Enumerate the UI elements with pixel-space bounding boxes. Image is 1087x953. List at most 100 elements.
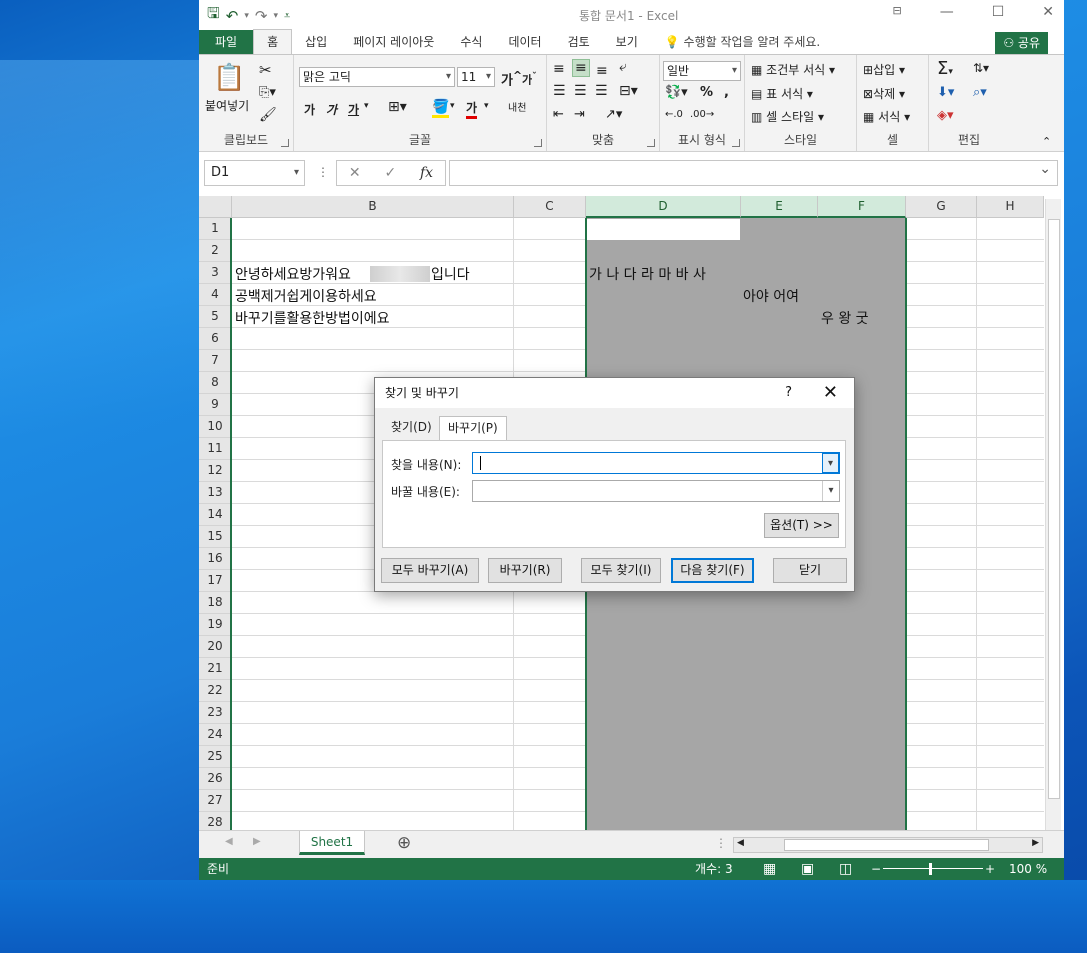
- accounting-format-icon[interactable]: 💱▾: [665, 85, 688, 100]
- undo-icon[interactable]: ↶: [226, 7, 239, 25]
- border-icon[interactable]: ⊞▾: [388, 99, 407, 115]
- delete-cells-button[interactable]: ⊠삭제 ▾: [863, 85, 905, 102]
- find-next-button[interactable]: 다음 찾기(F): [671, 558, 754, 583]
- column-header-e[interactable]: E: [741, 196, 818, 218]
- active-cell-d1[interactable]: [587, 219, 740, 240]
- column-header-g[interactable]: G: [906, 196, 977, 218]
- cell-f5[interactable]: 우 왕 굿: [821, 308, 869, 328]
- align-middle-icon[interactable]: ≡: [572, 59, 590, 77]
- fill-color-dropdown-icon[interactable]: ▾: [450, 101, 455, 111]
- tab-view[interactable]: 보기: [603, 30, 651, 54]
- tab-replace[interactable]: 바꾸기(P): [439, 416, 507, 440]
- undo-dropdown-icon[interactable]: ▾: [244, 11, 249, 21]
- phonetic-button[interactable]: 내천: [508, 99, 526, 114]
- alignment-launcher[interactable]: [647, 139, 655, 147]
- row-header[interactable]: 6: [199, 328, 232, 350]
- find-what-input[interactable]: ▾: [472, 452, 840, 474]
- sort-filter-icon[interactable]: ⇅▾: [973, 61, 989, 75]
- tab-find[interactable]: 찾기(D): [383, 416, 440, 440]
- row-header[interactable]: 22: [199, 680, 232, 702]
- insert-function-button[interactable]: fx: [420, 165, 433, 181]
- cell-b4[interactable]: 공백제거쉽게이용하세요: [235, 286, 377, 306]
- ribbon-display-options-icon[interactable]: ⊟: [892, 4, 901, 20]
- row-header[interactable]: 13: [199, 482, 232, 504]
- percent-style-icon[interactable]: %: [700, 85, 713, 100]
- wrap-text-icon[interactable]: ⤶: [619, 59, 627, 75]
- font-size-select[interactable]: 11: [457, 67, 495, 87]
- new-sheet-icon[interactable]: ⊕: [397, 833, 411, 853]
- cell-b5[interactable]: 바꾸기를활용한방법이에요: [235, 308, 390, 328]
- tell-me-box[interactable]: 💡 수행할 작업을 알려 주세요.: [651, 30, 820, 54]
- format-cells-button[interactable]: ▦ 서식 ▾: [863, 108, 910, 125]
- prev-sheet-icon[interactable]: ◀: [225, 836, 233, 847]
- row-header[interactable]: 17: [199, 570, 232, 592]
- formula-bar-splitter-icon[interactable]: ⋮: [317, 165, 329, 179]
- row-header[interactable]: 21: [199, 658, 232, 680]
- number-launcher[interactable]: [732, 139, 740, 147]
- row-header[interactable]: 20: [199, 636, 232, 658]
- cell-e4[interactable]: 아야 어여: [743, 286, 799, 306]
- dialog-close-button[interactable]: 닫기: [773, 558, 847, 583]
- row-header[interactable]: 2: [199, 240, 232, 262]
- options-button[interactable]: 옵션(T) >>: [764, 513, 839, 538]
- sheet-tab-sheet1[interactable]: Sheet1: [299, 831, 365, 855]
- column-header-f[interactable]: F: [818, 196, 906, 218]
- fill-color-icon[interactable]: 🪣: [432, 99, 450, 118]
- find-what-dropdown-icon[interactable]: ▾: [822, 453, 839, 473]
- cell-b3-part2[interactable]: 입니다: [431, 264, 470, 284]
- column-header-d[interactable]: D: [586, 196, 741, 218]
- tab-review[interactable]: 검토: [555, 30, 603, 54]
- normal-view-icon[interactable]: ▦: [763, 858, 776, 880]
- insert-cells-button[interactable]: ⊞삽입 ▾: [863, 61, 905, 78]
- row-header[interactable]: 7: [199, 350, 232, 372]
- horizontal-scroll-thumb[interactable]: [784, 839, 989, 851]
- row-header[interactable]: 5: [199, 306, 232, 328]
- select-all-corner[interactable]: [199, 196, 232, 218]
- increase-decimal-icon[interactable]: ←.0: [665, 109, 683, 120]
- format-painter-icon[interactable]: 🖌: [259, 107, 277, 123]
- row-header[interactable]: 25: [199, 746, 232, 768]
- row-header[interactable]: 11: [199, 438, 232, 460]
- orientation-icon[interactable]: ↗▾: [605, 107, 622, 122]
- formula-input[interactable]: [449, 160, 1058, 186]
- cell-styles-button[interactable]: ▥ 셀 스타일 ▾: [751, 108, 824, 125]
- row-header[interactable]: 3: [199, 262, 232, 284]
- bold-button[interactable]: 가: [304, 101, 315, 118]
- merge-center-icon[interactable]: ⊟▾: [619, 83, 638, 99]
- number-format-select[interactable]: 일반: [663, 61, 741, 81]
- row-header[interactable]: 14: [199, 504, 232, 526]
- enter-entry-icon[interactable]: ✓: [384, 165, 396, 181]
- column-header-h[interactable]: H: [977, 196, 1044, 218]
- grow-font-button[interactable]: 가^: [501, 69, 522, 88]
- tab-file[interactable]: 파일: [199, 30, 254, 54]
- row-header[interactable]: 27: [199, 790, 232, 812]
- comma-style-icon[interactable]: ,: [724, 85, 729, 100]
- replace-all-button[interactable]: 모두 바꾸기(A): [381, 558, 479, 583]
- scroll-left-icon[interactable]: ◀: [737, 838, 744, 848]
- paste-icon[interactable]: 📋: [213, 63, 245, 93]
- row-header[interactable]: 1: [199, 218, 232, 240]
- cell-b3-part1[interactable]: 안녕하세요방가워요: [235, 264, 351, 284]
- tab-formulas[interactable]: 수식: [447, 30, 495, 54]
- row-header[interactable]: 18: [199, 592, 232, 614]
- zoom-slider[interactable]: [883, 868, 983, 869]
- clear-icon[interactable]: ◈▾: [937, 108, 954, 123]
- font-launcher[interactable]: [534, 139, 542, 147]
- format-as-table-button[interactable]: ▤ 표 서식 ▾: [751, 85, 813, 102]
- collapse-ribbon-icon[interactable]: ⌃: [1042, 135, 1051, 148]
- save-icon[interactable]: 🖫: [207, 3, 220, 28]
- replace-with-dropdown-icon[interactable]: ▾: [822, 481, 839, 501]
- share-button[interactable]: ⚇ 공유: [995, 32, 1048, 54]
- font-color-button[interactable]: 가: [466, 99, 478, 119]
- tab-home[interactable]: 홈: [253, 29, 293, 54]
- clipboard-launcher[interactable]: [281, 139, 289, 147]
- align-left-icon[interactable]: ☰: [553, 83, 566, 99]
- row-header[interactable]: 16: [199, 548, 232, 570]
- align-center-icon[interactable]: ☰: [574, 83, 587, 99]
- autosum-icon[interactable]: Σ▾: [937, 58, 953, 79]
- name-box[interactable]: D1: [204, 160, 305, 186]
- find-all-button[interactable]: 모두 찾기(I): [581, 558, 661, 583]
- dialog-close-icon[interactable]: ✕: [823, 378, 838, 408]
- customize-qat-icon[interactable]: ⩡: [284, 9, 290, 23]
- zoom-out-icon[interactable]: −: [871, 858, 881, 880]
